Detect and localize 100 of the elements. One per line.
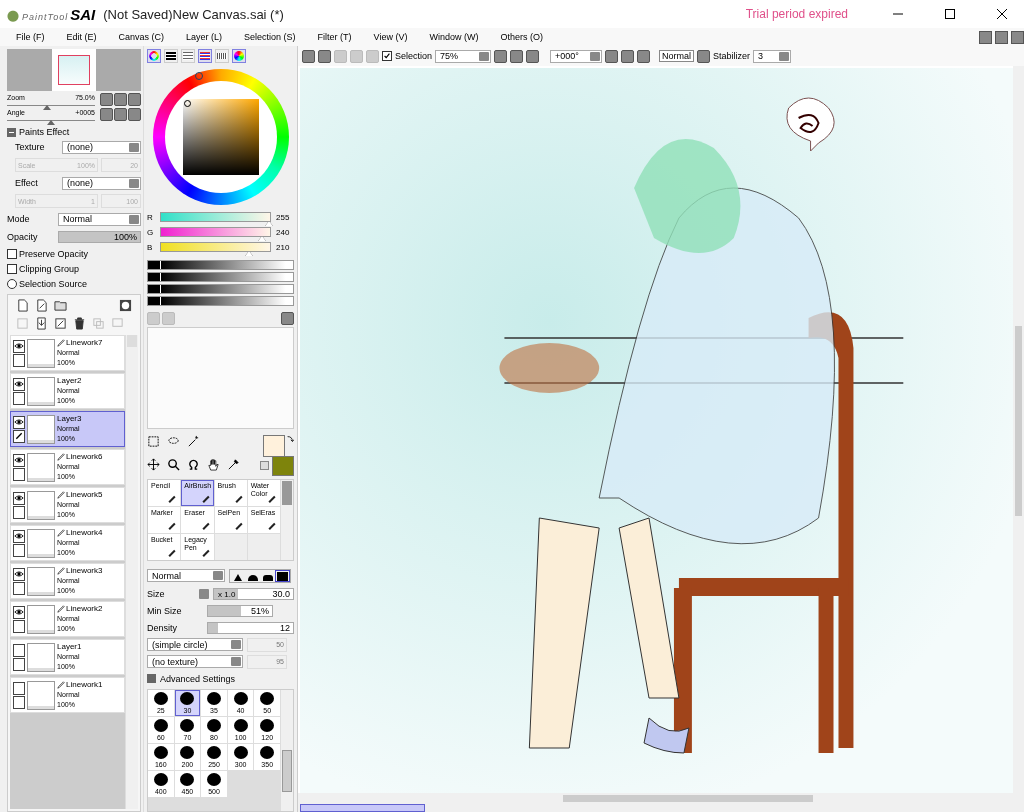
rotate-icon[interactable] [187,457,200,471]
new-layer-icon[interactable] [16,299,29,312]
minimize-button[interactable] [979,30,992,44]
paint-target-toggle[interactable] [13,543,25,557]
opacity-slider[interactable]: 100% [58,231,141,243]
close-button[interactable] [1011,30,1024,44]
maximize-icon[interactable] [944,8,956,20]
restore-button[interactable] [995,30,1008,44]
rotate-left-button[interactable] [100,108,113,121]
close-icon[interactable] [996,8,1008,20]
zoom-out-button[interactable] [100,93,113,106]
undo-button[interactable] [318,49,331,63]
gradient-swatch-bar[interactable] [147,260,294,270]
menu-item[interactable]: Selection (S) [244,32,296,42]
clear-layer-icon[interactable] [54,317,67,330]
gradient-swatch-bar[interactable] [147,284,294,294]
rotate-right-button[interactable] [114,108,127,121]
primary-color-swatch[interactable] [263,435,285,457]
hsv-sliders-tab[interactable] [181,49,195,63]
paint-target-toggle[interactable] [13,695,25,709]
swatches-tab[interactable] [215,49,229,63]
reset-button[interactable] [128,108,141,121]
brush-texture-dropdown[interactable]: (no texture) [147,655,243,668]
advanced-settings-label[interactable]: Advanced Settings [160,673,236,684]
swatch-bar-tab[interactable] [198,49,212,63]
hand-icon[interactable] [207,457,220,471]
saturation-value-square[interactable] [182,99,259,175]
visibility-toggle[interactable] [13,681,25,695]
gradient-swatch-bar[interactable] [147,296,294,306]
zoom-icon[interactable] [167,457,180,471]
menu-item[interactable]: Filter (T) [317,32,352,42]
size-dropdown-button[interactable] [199,588,209,599]
reset-colors-icon[interactable] [260,461,269,470]
mask-icon[interactable] [119,299,132,312]
zoom-dropdown[interactable]: 75% [435,49,492,63]
paint-target-toggle[interactable] [13,391,25,405]
visibility-toggle[interactable] [13,415,25,429]
visibility-toggle[interactable] [13,529,25,543]
blend-mode-button[interactable]: Normal [659,50,695,62]
scrollbar[interactable] [280,480,293,560]
new-linework-icon[interactable] [35,299,48,312]
merge-down-icon[interactable] [35,317,48,330]
size-slider[interactable]: x 1.0 30.0 [213,587,294,600]
paint-target-toggle[interactable] [13,505,25,519]
zoom-out-button[interactable] [494,49,508,63]
folder-icon[interactable] [54,299,67,312]
brush-shape-dropdown[interactable]: (simple circle) [147,638,243,651]
menu-item[interactable]: Layer (L) [186,32,223,42]
visibility-toggle[interactable] [13,567,25,581]
flip-button[interactable] [697,49,711,63]
rotate-right-button[interactable] [621,49,635,63]
canvas-tab[interactable] [300,804,425,812]
stabilizer-dropdown[interactable]: 3 [753,49,792,63]
visibility-toggle[interactable] [13,491,25,505]
visibility-toggle[interactable] [13,643,25,657]
texture-dropdown[interactable]: (none) [62,140,141,154]
move-icon[interactable] [147,457,160,471]
slider-thumb[interactable] [47,119,55,125]
magic-wand-icon[interactable] [187,435,200,448]
scratch-pad-tab[interactable] [232,49,246,63]
visibility-toggle[interactable] [13,605,25,619]
checkbox[interactable] [7,248,17,259]
visibility-toggle[interactable] [13,453,25,467]
color-wheel-tab[interactable] [147,49,161,63]
slider-thumb[interactable] [42,104,51,110]
zoom-in-button[interactable] [510,49,524,63]
menu-item[interactable]: View (V) [373,32,408,42]
paint-target-toggle[interactable] [13,429,25,443]
rgb-sliders-tab[interactable] [164,49,178,63]
blend-dropdown[interactable]: Normal [147,569,225,582]
trash-icon[interactable] [73,317,86,330]
gradient-swatch-bar[interactable] [147,272,294,282]
mode-dropdown[interactable]: Normal [58,212,141,226]
effect-dropdown[interactable]: (none) [62,176,141,190]
min-size-slider[interactable]: 51% [207,604,273,617]
visibility-toggle[interactable] [13,339,25,353]
radio-button[interactable] [7,278,17,289]
paint-target-toggle[interactable] [13,657,25,671]
paint-target-toggle[interactable] [13,353,25,367]
rotate-left-button[interactable] [605,49,619,63]
zoom-in-button[interactable] [114,93,127,106]
reset-button[interactable] [526,49,540,63]
menu-item[interactable]: File (F) [16,32,45,42]
menu-item[interactable]: Others (O) [500,32,543,42]
visibility-toggle[interactable] [13,377,25,391]
menu-item[interactable]: Window (W) [429,32,479,42]
paint-target-toggle[interactable] [13,619,25,633]
eyedropper-icon[interactable] [227,457,240,471]
checkbox[interactable] [7,263,17,274]
swap-arrow-icon[interactable] [286,435,294,443]
brush-shape-option[interactable] [276,571,289,581]
menu-item[interactable]: Edit (E) [66,32,97,42]
reset-button[interactable] [637,49,651,63]
rectangle-select-icon[interactable] [147,435,160,448]
paint-target-toggle[interactable] [13,581,25,595]
scrollbar[interactable] [125,335,138,809]
paint-target-toggle[interactable] [13,467,25,481]
density-slider[interactable]: 12 [207,621,294,634]
scrollbar[interactable] [280,690,293,811]
checkbox[interactable] [382,51,392,61]
